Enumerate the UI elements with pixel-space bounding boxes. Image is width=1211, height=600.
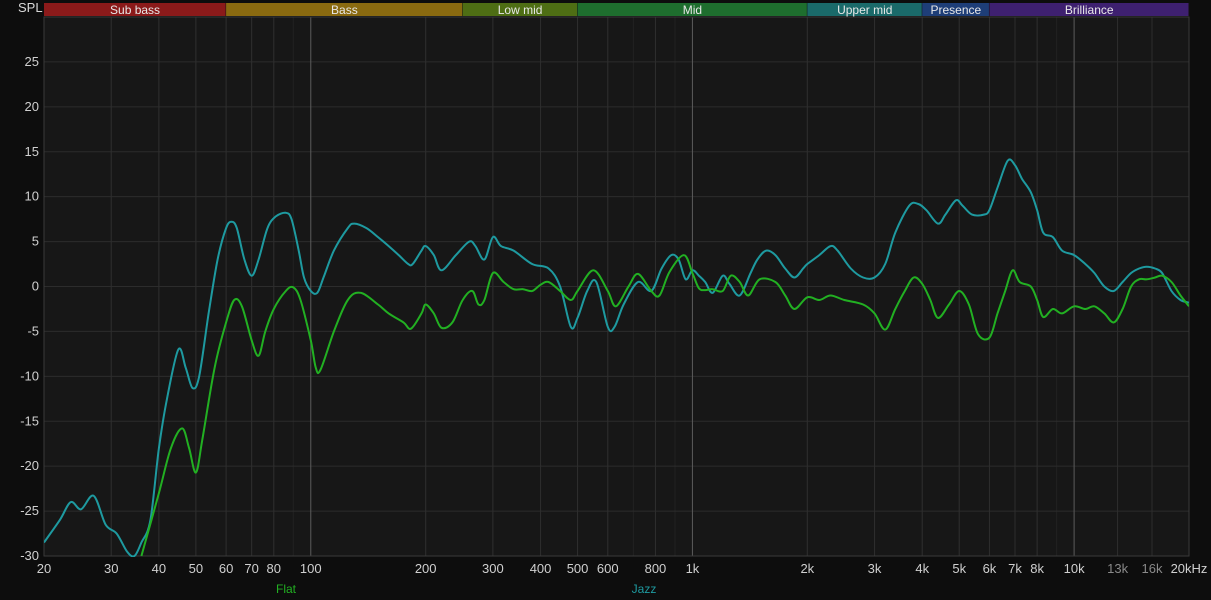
y-tick-label: 20	[25, 99, 39, 114]
x-tick-label: 1k	[686, 561, 700, 576]
band-label: Bass	[331, 3, 358, 17]
x-tick-label: 30	[104, 561, 118, 576]
x-tick-label: 50	[189, 561, 203, 576]
x-tick-label: 20kHz	[1171, 561, 1208, 576]
band-label: Upper mid	[837, 3, 892, 17]
x-tick-label: 3k	[868, 561, 882, 576]
x-tick-label: 80	[267, 561, 281, 576]
x-tick-label: 7k	[1008, 561, 1022, 576]
frequency-response-chart[interactable]: Sub bass Bass Low mid Mid Upper mid Presence B…	[0, 0, 1211, 600]
x-tick-label: 40	[152, 561, 166, 576]
band-label: Presence	[930, 3, 981, 17]
frequency-bands: Sub bass Bass Low mid Mid Upper mid Presence B…	[44, 3, 1190, 17]
y-tick-label: 5	[32, 234, 39, 249]
y-tick-label: -10	[20, 368, 39, 383]
band-label: Brilliance	[1065, 3, 1114, 17]
legend-label-jazz: Jazz	[632, 582, 657, 596]
x-tick-label: 300	[482, 561, 504, 576]
x-tick-label: 4k	[915, 561, 929, 576]
y-tick-label: 0	[32, 279, 39, 294]
legend: Flat Jazz	[276, 582, 656, 596]
x-tick-label: 2k	[800, 561, 814, 576]
y-tick-label: -25	[20, 503, 39, 518]
x-tick-label: 400	[530, 561, 552, 576]
y-tick-label: 15	[25, 144, 39, 159]
x-tick-label: 600	[597, 561, 619, 576]
y-tick-label: 25	[25, 54, 39, 69]
x-tick-label: 16k	[1142, 561, 1163, 576]
band-label: Low mid	[498, 3, 543, 17]
y-tick-label: -5	[27, 323, 39, 338]
x-tick-label: 200	[415, 561, 437, 576]
x-tick-label: 6k	[983, 561, 997, 576]
x-tick-label: 70	[244, 561, 258, 576]
y-tick-label: -15	[20, 413, 39, 428]
legend-label-flat: Flat	[276, 582, 297, 596]
x-tick-label: 800	[645, 561, 667, 576]
y-tick-label: -20	[20, 458, 39, 473]
band-label: Sub bass	[110, 3, 160, 17]
x-tick-label: 10k	[1064, 561, 1085, 576]
x-tick-label: 500	[567, 561, 589, 576]
y-tick-labels: 2520151050-5-10-15-20-25-30	[20, 54, 39, 563]
x-tick-label: 100	[300, 561, 322, 576]
band-label: Mid	[683, 3, 702, 17]
y-tick-label: 10	[25, 189, 39, 204]
frequency-response-window: SPL Sub bass Bass Low mid Mid Upper mid Prese…	[0, 0, 1211, 600]
x-tick-label: 20	[37, 561, 51, 576]
x-tick-label: 5k	[952, 561, 966, 576]
x-tick-label: 8k	[1030, 561, 1044, 576]
x-tick-labels: 20 30 40 50 60 70 80 100 200 300 400 500 600 800 1k 2k 3…	[37, 561, 1208, 576]
x-tick-label: 13k	[1107, 561, 1128, 576]
x-tick-label: 60	[219, 561, 233, 576]
